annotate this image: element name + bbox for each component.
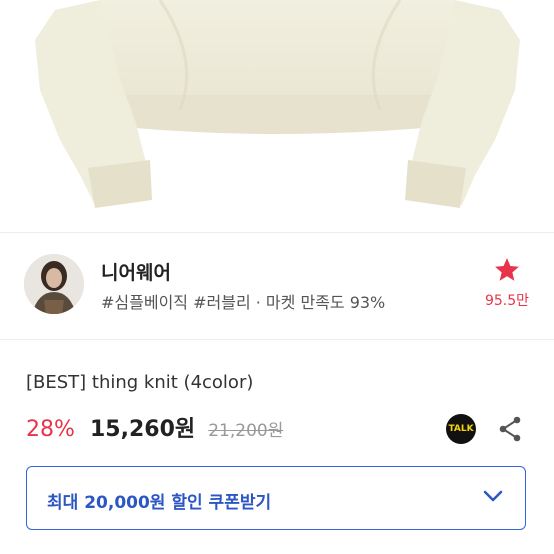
coupon-button[interactable]: 최대 20,000원 할인 쿠폰받기 <box>26 466 526 530</box>
talk-icon[interactable]: TALK <box>446 414 476 444</box>
shop-tags: #심플베이직 #러블리 · 마켓 만족도 93% <box>101 293 386 312</box>
original-price: 21,200원 <box>208 421 284 441</box>
like-button[interactable]: 95.5만 <box>478 256 536 310</box>
coupon-label: 최대 20,000원 할인 쿠폰받기 <box>47 493 272 513</box>
shop-name[interactable]: 니어웨어 <box>101 258 171 285</box>
price-row: 28% 15,260원 21,200원 <box>26 411 283 443</box>
share-icon[interactable] <box>498 416 522 442</box>
sweater-image <box>35 0 520 208</box>
like-count: 95.5만 <box>484 293 530 309</box>
star-icon <box>495 258 519 281</box>
chevron-down-icon <box>483 490 503 502</box>
shop-divider <box>0 339 554 340</box>
product-image[interactable] <box>0 0 554 232</box>
avatar-image <box>24 254 84 314</box>
discount-rate: 28% <box>26 417 75 442</box>
talk-label: TALK <box>448 424 474 434</box>
product-title: [BEST] thing knit (4color) <box>26 372 254 393</box>
shop-avatar[interactable] <box>24 254 84 314</box>
sale-price: 15,260원 <box>90 417 196 442</box>
